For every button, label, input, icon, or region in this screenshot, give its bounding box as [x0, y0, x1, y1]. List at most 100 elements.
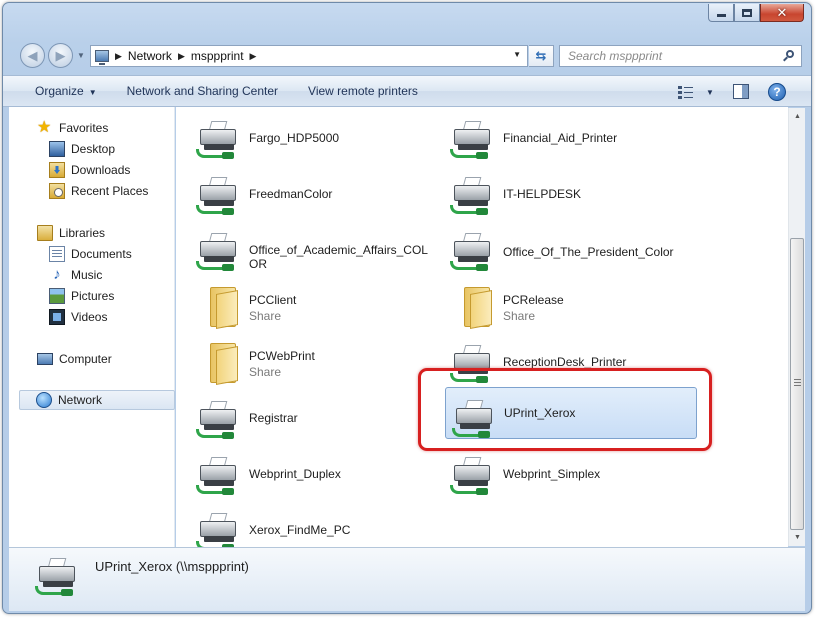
chevron-down-icon: ▼	[88, 88, 97, 97]
nav-libraries[interactable]: Libraries	[37, 223, 105, 243]
item-name: Office_Of_The_President_Color	[503, 245, 674, 259]
refresh-icon: ⇆	[535, 48, 547, 63]
network-sharing-center-button[interactable]: Network and Sharing Center	[112, 84, 293, 98]
nav-computer[interactable]: Computer	[37, 349, 112, 369]
list-item[interactable]: Financial_Aid_Printer	[430, 109, 682, 161]
videos-icon	[49, 309, 65, 325]
nav-label: Recent Places	[71, 184, 149, 198]
help-icon: ?	[773, 85, 781, 99]
nav-videos[interactable]: Videos	[49, 307, 107, 327]
item-name: FreedmanColor	[249, 187, 333, 201]
item-name: Webprint_Simplex	[503, 467, 601, 481]
chevron-right-icon[interactable]: ▶	[115, 51, 122, 62]
file-list: Fargo_HDP5000 FreedmanColor Office_of_Ac…	[176, 107, 788, 551]
organize-button[interactable]: Organize ▼	[3, 84, 112, 98]
nav-recent-places[interactable]: Recent Places	[49, 181, 148, 201]
item-name: Financial_Aid_Printer	[503, 131, 618, 145]
maximize-icon	[742, 8, 752, 17]
refresh-button[interactable]: ⇆	[529, 45, 554, 67]
shared-folder-icon	[210, 343, 240, 385]
item-type: Share	[249, 309, 282, 323]
shared-folder-icon	[464, 287, 494, 329]
chevron-down-icon[interactable]: ▼	[706, 88, 714, 97]
network-printer-icon	[450, 233, 496, 275]
recent-places-icon	[49, 183, 65, 199]
navigation-row: ◀ ▶ ▼ ▶ Network ▶ msppprint ▶ ▼ ⇆ Search…	[3, 43, 811, 69]
minimize-button[interactable]	[708, 4, 734, 22]
close-icon: ✕	[776, 4, 788, 20]
list-item[interactable]: Webprint_Simplex	[430, 445, 682, 497]
arrow-left-icon: ◀	[27, 47, 38, 63]
breadcrumb-msppprint[interactable]: msppprint	[191, 49, 244, 63]
details-pane: UPrint_Xerox (\\msppprint)	[9, 547, 805, 611]
nav-label: Favorites	[59, 121, 109, 135]
command-bar: Organize ▼ Network and Sharing Center Vie…	[3, 75, 811, 107]
chevron-right-icon[interactable]: ▶	[178, 51, 185, 62]
details-title: UPrint_Xerox (\\msppprint)	[95, 559, 249, 574]
back-button[interactable]: ◀	[20, 43, 45, 68]
nav-label: Desktop	[71, 142, 116, 156]
item-name: PCWebPrint	[249, 349, 315, 363]
grip-icon	[794, 379, 801, 386]
preview-pane-button[interactable]	[733, 84, 749, 99]
list-item[interactable]: Fargo_HDP5000	[176, 109, 428, 161]
scroll-down-button[interactable]: ▼	[789, 529, 806, 546]
network-location-icon	[95, 50, 109, 65]
search-input[interactable]: Search msppprint	[559, 45, 802, 67]
nav-desktop[interactable]: Desktop	[49, 139, 115, 159]
computer-icon	[37, 353, 53, 365]
nav-documents[interactable]: Documents	[49, 244, 132, 264]
close-button[interactable]: ✕	[760, 4, 804, 22]
network-printer-icon	[196, 121, 242, 163]
recent-pages-dropdown[interactable]: ▼	[77, 51, 85, 60]
chevron-right-icon[interactable]: ▶	[250, 51, 257, 62]
nav-label: Downloads	[71, 163, 131, 177]
list-item[interactable]: Office_of_Academic_Affairs_COLOR	[176, 221, 428, 273]
item-name: Registrar	[249, 411, 298, 425]
nav-music[interactable]: ♪ Music	[49, 265, 102, 285]
network-printer-icon	[196, 177, 242, 219]
breadcrumb-network[interactable]: Network	[128, 49, 172, 63]
documents-icon	[49, 246, 65, 262]
list-item[interactable]: PCClient Share	[176, 277, 428, 329]
minimize-icon	[716, 14, 726, 17]
address-bar[interactable]: ▶ Network ▶ msppprint ▶ ▼	[90, 45, 528, 67]
list-item[interactable]: PCRelease Share	[430, 277, 682, 329]
forward-button[interactable]: ▶	[48, 43, 73, 68]
search-icon[interactable]	[783, 50, 795, 62]
maximize-button[interactable]	[734, 4, 760, 22]
nav-downloads[interactable]: Downloads	[49, 160, 130, 180]
arrow-right-icon: ▶	[55, 47, 66, 63]
list-item[interactable]: Webprint_Duplex	[176, 445, 428, 497]
address-dropdown-icon[interactable]: ▼	[513, 50, 521, 59]
list-item[interactable]: Office_Of_The_President_Color	[430, 221, 682, 273]
shared-folder-icon	[210, 287, 240, 329]
scrollbar-thumb[interactable]	[790, 238, 804, 530]
help-button[interactable]: ?	[768, 83, 786, 101]
scroll-up-button[interactable]: ▲	[789, 108, 806, 125]
nav-label: Videos	[71, 310, 108, 324]
network-printer-icon	[196, 401, 242, 443]
downloads-icon	[49, 162, 65, 178]
list-item[interactable]: FreedmanColor	[176, 165, 428, 217]
nav-favorites[interactable]: ★ Favorites	[37, 118, 108, 138]
list-item[interactable]: IT-HELPDESK	[430, 165, 682, 217]
nav-network[interactable]: Network	[19, 390, 175, 410]
network-printer-icon	[450, 177, 496, 219]
star-icon: ★	[37, 119, 52, 136]
explorer-window: ✕ ◀ ▶ ▼ ▶ Network ▶ msppprint ▶ ▼ ⇆ Sear…	[2, 2, 812, 614]
view-remote-printers-button[interactable]: View remote printers	[293, 84, 433, 98]
item-type: Share	[503, 309, 536, 323]
list-item[interactable]: Xerox_FindMe_PC	[176, 501, 428, 553]
vertical-scrollbar[interactable]: ▲ ▼	[788, 108, 805, 546]
network-icon	[36, 392, 52, 408]
search-placeholder: Search msppprint	[568, 49, 663, 63]
item-name: Webprint_Duplex	[249, 467, 341, 481]
change-view-button[interactable]: ▼	[678, 84, 714, 100]
list-item[interactable]: Registrar	[176, 389, 428, 441]
list-item[interactable]: PCWebPrint Share	[176, 333, 428, 385]
navigation-pane: ★ Favorites Desktop Downloads Recent Plac…	[9, 107, 175, 547]
nav-pictures[interactable]: Pictures	[49, 286, 114, 306]
nav-label: Documents	[71, 247, 132, 261]
item-type: Share	[249, 365, 282, 379]
